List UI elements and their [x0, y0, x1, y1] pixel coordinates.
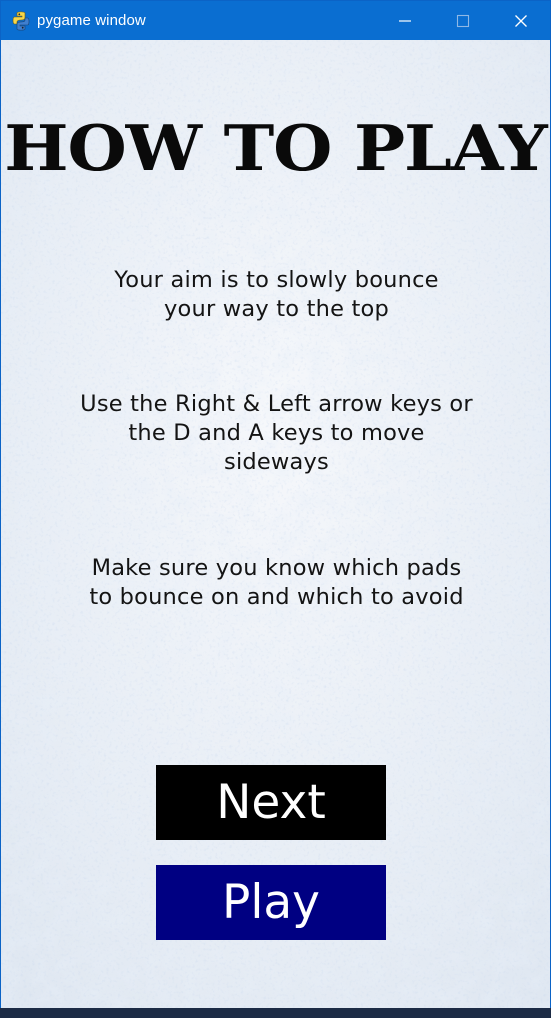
instruction-line: the D and A keys to move: [128, 420, 425, 446]
close-icon: [515, 15, 527, 27]
instruction-line: Make sure you know which pads: [91, 555, 462, 581]
maximize-icon: [456, 14, 470, 28]
instruction-line: sideways: [224, 449, 329, 475]
instruction-line: your way to the top: [164, 296, 389, 322]
instruction-line: to bounce on and which to avoid: [89, 584, 464, 610]
next-button[interactable]: Next: [156, 765, 386, 840]
instruction-controls: Use the Right & Left arrow keys or the D…: [31, 390, 522, 477]
instruction-line: Your aim is to slowly bounce: [114, 267, 439, 293]
page-title: HOW TO PLAY: [4, 111, 547, 185]
pygame-window: pygame window HOW TO PLAY Your aim is to…: [0, 0, 551, 1018]
instruction-line: Use the Right & Left arrow keys or: [80, 391, 473, 417]
instruction-aim: Your aim is to slowly bounce your way to…: [31, 266, 522, 324]
minimize-button[interactable]: [376, 1, 434, 40]
maximize-button[interactable]: [434, 1, 492, 40]
window-title: pygame window: [37, 12, 146, 29]
desktop-taskbar-edge: [0, 1008, 551, 1018]
minimize-icon: [399, 20, 411, 22]
python-snake-icon: [12, 11, 30, 31]
play-button[interactable]: Play: [156, 865, 386, 940]
title-bar[interactable]: pygame window: [1, 1, 550, 40]
instruction-pads: Make sure you know which pads to bounce …: [31, 554, 522, 612]
game-canvas[interactable]: HOW TO PLAY Your aim is to slowly bounce…: [1, 40, 550, 1009]
close-button[interactable]: [492, 1, 550, 40]
